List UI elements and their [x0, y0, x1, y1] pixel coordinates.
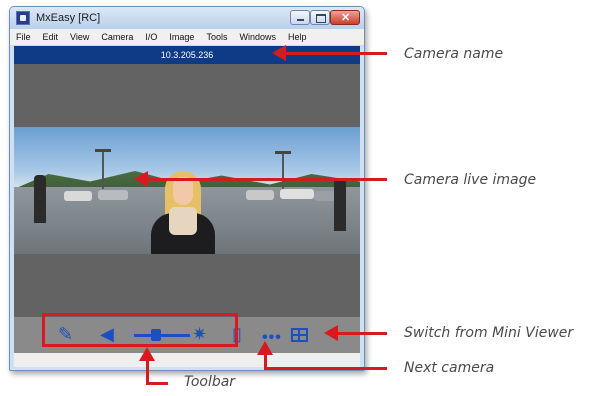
- status-bar: [14, 353, 360, 367]
- label-next-camera: Next camera: [404, 360, 495, 376]
- lamp-post: [102, 149, 104, 189]
- menu-windows[interactable]: Windows: [233, 29, 282, 45]
- menu-bar: File Edit View Camera I/O Image Tools Wi…: [10, 29, 364, 46]
- camera-name-bar: 10.3.205.236: [14, 46, 360, 64]
- menu-view[interactable]: View: [64, 29, 95, 45]
- label-camera-name: Camera name: [404, 46, 504, 62]
- arrow-camera-name: [284, 52, 387, 55]
- lamp-head: [275, 151, 291, 154]
- arrow-switch: [336, 332, 387, 335]
- car: [98, 190, 128, 200]
- viewer-area: [14, 64, 360, 317]
- close-button[interactable]: [330, 10, 360, 25]
- label-switch-from-mini-viewer: Switch from Mini Viewer: [404, 325, 574, 341]
- minimize-button[interactable]: [290, 10, 310, 25]
- toolbar-highlight-box: [42, 313, 238, 347]
- menu-tools[interactable]: Tools: [200, 29, 233, 45]
- arrowhead-next-camera: [257, 341, 273, 355]
- switch-view-icon[interactable]: [291, 328, 308, 342]
- lamp-head: [95, 149, 111, 152]
- label-camera-live-image: Camera live image: [404, 172, 537, 188]
- maximize-button[interactable]: [310, 10, 330, 25]
- label-toolbar: Toolbar: [184, 374, 236, 390]
- menu-edit[interactable]: Edit: [37, 29, 65, 45]
- person-scarf: [169, 207, 197, 235]
- menu-image[interactable]: Image: [163, 29, 200, 45]
- arrow-toolbar: [146, 382, 168, 385]
- title-bar[interactable]: MxEasy [RC]: [10, 7, 364, 29]
- lamp-post: [282, 151, 284, 189]
- app-icon: [16, 11, 30, 25]
- car: [246, 190, 274, 200]
- arrow-live-image: [146, 178, 387, 181]
- menu-file[interactable]: File: [10, 29, 37, 45]
- menu-camera[interactable]: Camera: [95, 29, 139, 45]
- arrow-next-camera: [264, 367, 387, 370]
- menu-help[interactable]: Help: [282, 29, 313, 45]
- car: [280, 189, 314, 199]
- person-face: [173, 177, 193, 205]
- car: [64, 191, 92, 201]
- camera-live-image[interactable]: [14, 127, 360, 254]
- menu-io[interactable]: I/O: [139, 29, 163, 45]
- person-right: [334, 179, 346, 231]
- window-title: MxEasy [RC]: [36, 12, 101, 24]
- arrowhead-toolbar: [139, 347, 155, 361]
- person-left: [34, 175, 46, 223]
